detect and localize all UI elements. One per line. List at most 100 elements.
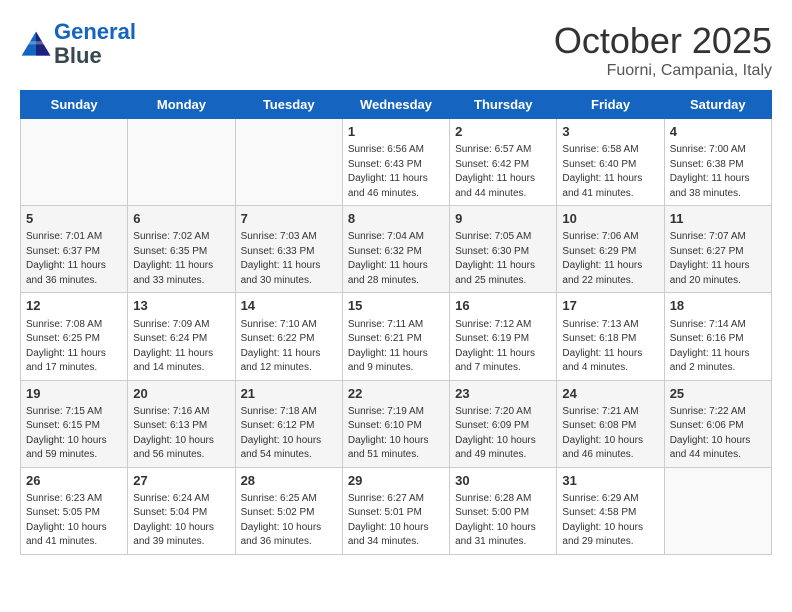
calendar-table: SundayMondayTuesdayWednesdayThursdayFrid… — [20, 90, 772, 555]
day-number: 11 — [670, 210, 766, 228]
day-number: 4 — [670, 123, 766, 141]
calendar-day-cell: 11 Sunrise: 7:07 AM Sunset: 6:27 PM Dayli… — [664, 206, 771, 293]
day-info: Sunrise: 6:24 AM Sunset: 5:04 PM Dayligh… — [133, 492, 229, 550]
calendar-day-cell: 7 Sunrise: 7:03 AM Sunset: 6:33 PM Daylig… — [235, 206, 342, 293]
calendar-day-cell: 4 Sunrise: 7:00 AM Sunset: 6:38 PM Daylig… — [664, 119, 771, 206]
day-info: Sunrise: 7:18 AM Sunset: 6:12 PM Dayligh… — [241, 405, 337, 463]
calendar-day-cell: 26 Sunrise: 6:23 AM Sunset: 5:05 PM Dayli… — [21, 467, 128, 554]
weekday-header-wednesday: Wednesday — [342, 91, 449, 119]
day-info: Sunrise: 6:28 AM Sunset: 5:00 PM Dayligh… — [455, 492, 551, 550]
weekday-header-saturday: Saturday — [664, 91, 771, 119]
calendar-day-cell: 17 Sunrise: 7:13 AM Sunset: 6:18 PM Dayli… — [557, 293, 664, 380]
day-number: 15 — [348, 297, 444, 315]
day-number: 19 — [26, 385, 122, 403]
calendar-day-cell: 29 Sunrise: 6:27 AM Sunset: 5:01 PM Dayli… — [342, 467, 449, 554]
day-number: 9 — [455, 210, 551, 228]
day-info: Sunrise: 6:57 AM Sunset: 6:42 PM Dayligh… — [455, 143, 551, 201]
empty-cell — [664, 467, 771, 554]
day-number: 28 — [241, 472, 337, 490]
calendar-day-cell: 5Sunrise: 7:01 AM Sunset: 6:37 PM Daylig… — [21, 206, 128, 293]
calendar-day-cell: 21 Sunrise: 7:18 AM Sunset: 6:12 PM Dayli… — [235, 380, 342, 467]
day-info: Sunrise: 7:05 AM Sunset: 6:30 PM Dayligh… — [455, 230, 551, 288]
weekday-header-friday: Friday — [557, 91, 664, 119]
day-info: Sunrise: 7:08 AM Sunset: 6:25 PM Dayligh… — [26, 318, 122, 376]
day-number: 12 — [26, 297, 122, 315]
calendar-day-cell: 25 Sunrise: 7:22 AM Sunset: 6:06 PM Dayli… — [664, 380, 771, 467]
weekday-header-row: SundayMondayTuesdayWednesdayThursdayFrid… — [21, 91, 772, 119]
day-info: Sunrise: 6:25 AM Sunset: 5:02 PM Dayligh… — [241, 492, 337, 550]
day-info: Sunrise: 7:03 AM Sunset: 6:33 PM Dayligh… — [241, 230, 337, 288]
day-number: 3 — [562, 123, 658, 141]
day-number: 13 — [133, 297, 229, 315]
day-number: 14 — [241, 297, 337, 315]
day-info: Sunrise: 7:22 AM Sunset: 6:06 PM Dayligh… — [670, 405, 766, 463]
day-info: Sunrise: 7:02 AM Sunset: 6:35 PM Dayligh… — [133, 230, 229, 288]
calendar-day-cell: 24 Sunrise: 7:21 AM Sunset: 6:08 PM Dayli… — [557, 380, 664, 467]
calendar-day-cell: 15 Sunrise: 7:11 AM Sunset: 6:21 PM Dayli… — [342, 293, 449, 380]
location: Fuorni, Campania, Italy — [554, 62, 772, 80]
day-info: Sunrise: 7:21 AM Sunset: 6:08 PM Dayligh… — [562, 405, 658, 463]
logo: GeneralBlue — [20, 20, 136, 68]
calendar-week-row: 19Sunrise: 7:15 AM Sunset: 6:15 PM Dayli… — [21, 380, 772, 467]
calendar-day-cell: 9 Sunrise: 7:05 AM Sunset: 6:30 PM Daylig… — [450, 206, 557, 293]
day-info: Sunrise: 7:04 AM Sunset: 6:32 PM Dayligh… — [348, 230, 444, 288]
calendar-day-cell: 23Sunrise: 7:20 AM Sunset: 6:09 PM Dayli… — [450, 380, 557, 467]
day-info: Sunrise: 6:56 AM Sunset: 6:43 PM Dayligh… — [348, 143, 444, 201]
day-info: Sunrise: 6:23 AM Sunset: 5:05 PM Dayligh… — [26, 492, 122, 550]
calendar-day-cell: 28 Sunrise: 6:25 AM Sunset: 5:02 PM Dayli… — [235, 467, 342, 554]
calendar-day-cell: 1 Sunrise: 6:56 AM Sunset: 6:43 PM Daylig… — [342, 119, 449, 206]
calendar-day-cell: 6 Sunrise: 7:02 AM Sunset: 6:35 PM Daylig… — [128, 206, 235, 293]
calendar-week-row: 1 Sunrise: 6:56 AM Sunset: 6:43 PM Daylig… — [21, 119, 772, 206]
day-number: 17 — [562, 297, 658, 315]
day-number: 25 — [670, 385, 766, 403]
day-info: Sunrise: 7:13 AM Sunset: 6:18 PM Dayligh… — [562, 318, 658, 376]
day-number: 18 — [670, 297, 766, 315]
day-number: 6 — [133, 210, 229, 228]
page-header: GeneralBlue October 2025 Fuorni, Campani… — [20, 20, 772, 80]
day-number: 7 — [241, 210, 337, 228]
day-number: 10 — [562, 210, 658, 228]
day-info: Sunrise: 7:11 AM Sunset: 6:21 PM Dayligh… — [348, 318, 444, 376]
empty-cell — [235, 119, 342, 206]
day-number: 31 — [562, 472, 658, 490]
calendar-day-cell: 8 Sunrise: 7:04 AM Sunset: 6:32 PM Daylig… — [342, 206, 449, 293]
day-number: 30 — [455, 472, 551, 490]
calendar-day-cell: 12 Sunrise: 7:08 AM Sunset: 6:25 PM Dayli… — [21, 293, 128, 380]
day-number: 8 — [348, 210, 444, 228]
day-number: 23 — [455, 385, 551, 403]
day-info: Sunrise: 6:29 AM Sunset: 4:58 PM Dayligh… — [562, 492, 658, 550]
day-number: 1 — [348, 123, 444, 141]
logo-icon — [20, 30, 52, 58]
calendar-day-cell: 2 Sunrise: 6:57 AM Sunset: 6:42 PM Daylig… — [450, 119, 557, 206]
weekday-header-sunday: Sunday — [21, 91, 128, 119]
day-info: Sunrise: 7:09 AM Sunset: 6:24 PM Dayligh… — [133, 318, 229, 376]
title-block: October 2025 Fuorni, Campania, Italy — [554, 20, 772, 80]
day-number: 21 — [241, 385, 337, 403]
calendar-day-cell: 22Sunrise: 7:19 AM Sunset: 6:10 PM Dayli… — [342, 380, 449, 467]
day-number: 20 — [133, 385, 229, 403]
weekday-header-monday: Monday — [128, 91, 235, 119]
day-info: Sunrise: 7:07 AM Sunset: 6:27 PM Dayligh… — [670, 230, 766, 288]
calendar-day-cell: 27 Sunrise: 6:24 AM Sunset: 5:04 PM Dayli… — [128, 467, 235, 554]
empty-cell — [128, 119, 235, 206]
day-info: Sunrise: 7:10 AM Sunset: 6:22 PM Dayligh… — [241, 318, 337, 376]
day-number: 22 — [348, 385, 444, 403]
calendar-day-cell: 18Sunrise: 7:14 AM Sunset: 6:16 PM Dayli… — [664, 293, 771, 380]
day-number: 24 — [562, 385, 658, 403]
day-info: Sunrise: 6:58 AM Sunset: 6:40 PM Dayligh… — [562, 143, 658, 201]
logo-text: GeneralBlue — [54, 20, 136, 68]
calendar-week-row: 26 Sunrise: 6:23 AM Sunset: 5:05 PM Dayli… — [21, 467, 772, 554]
calendar-day-cell: 3 Sunrise: 6:58 AM Sunset: 6:40 PM Daylig… — [557, 119, 664, 206]
day-number: 2 — [455, 123, 551, 141]
day-number: 26 — [26, 472, 122, 490]
day-info: Sunrise: 7:01 AM Sunset: 6:37 PM Dayligh… — [26, 230, 122, 288]
calendar-day-cell: 20Sunrise: 7:16 AM Sunset: 6:13 PM Dayli… — [128, 380, 235, 467]
day-info: Sunrise: 6:27 AM Sunset: 5:01 PM Dayligh… — [348, 492, 444, 550]
day-number: 29 — [348, 472, 444, 490]
day-info: Sunrise: 7:00 AM Sunset: 6:38 PM Dayligh… — [670, 143, 766, 201]
calendar-day-cell: 14 Sunrise: 7:10 AM Sunset: 6:22 PM Dayli… — [235, 293, 342, 380]
calendar-day-cell: 10Sunrise: 7:06 AM Sunset: 6:29 PM Dayli… — [557, 206, 664, 293]
day-info: Sunrise: 7:12 AM Sunset: 6:19 PM Dayligh… — [455, 318, 551, 376]
calendar-day-cell: 31 Sunrise: 6:29 AM Sunset: 4:58 PM Dayli… — [557, 467, 664, 554]
day-number: 27 — [133, 472, 229, 490]
